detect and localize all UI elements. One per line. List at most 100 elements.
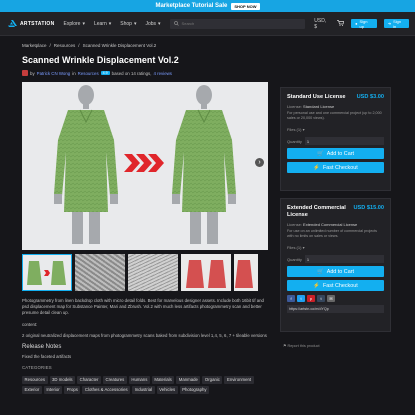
sign-in-label: Sign in — [393, 18, 402, 29]
license-type-name: Extended Commercial License — [303, 222, 358, 227]
tumblr-icon[interactable]: t — [317, 295, 325, 302]
breadcrumb-marketplace[interactable]: Marketplace — [22, 43, 47, 48]
promo-text: Marketplace Tutorial Sale — [155, 3, 228, 9]
facebook-icon[interactable]: f — [287, 295, 295, 302]
license-description: For use on an unlimited number of commer… — [287, 229, 377, 238]
license-type: License: Standard License — [287, 104, 384, 109]
quantity-label: Quantity — [287, 256, 302, 262]
category-tag[interactable]: Organic — [202, 375, 223, 384]
category-tag[interactable]: Environment — [224, 375, 254, 384]
nav-jobs[interactable]: Jobs ▾ — [145, 21, 160, 27]
thumbnail-strip — [22, 254, 268, 291]
product-byline: by Patrick CN Wong in Resources 4.9 base… — [22, 70, 172, 76]
user-icon: ● — [355, 21, 358, 26]
breadcrumb-resources[interactable]: Resources — [54, 43, 76, 48]
pinterest-icon[interactable]: p — [307, 295, 315, 302]
files-label: Files (1) — [287, 127, 302, 132]
add-to-cart-button[interactable]: 🛒 Add to Cart — [287, 148, 384, 159]
category-tag[interactable]: Props — [64, 385, 81, 394]
currency-selector[interactable]: USD, $ — [314, 18, 330, 30]
search-input[interactable]: Search — [169, 18, 306, 29]
chevron-down-icon: ▾ — [133, 20, 137, 27]
category-tag[interactable]: Resources — [22, 375, 48, 384]
shop-now-button[interactable]: SHOP NOW — [231, 2, 260, 10]
nav-learn-label: Learn — [93, 20, 107, 27]
chevron-down-icon: ▾ — [108, 20, 112, 27]
share-buttons: f t p t ✉ — [287, 295, 384, 302]
cart-icon: 🛒 — [317, 150, 324, 157]
breadcrumb: Marketplace / Resources / Scanned Wrinkle … — [22, 43, 156, 48]
sign-up-label: Sign up — [359, 18, 368, 29]
extended-license-card: Extended Commercial License USD $15.00 L… — [280, 198, 391, 332]
thumbnail-2[interactable] — [75, 254, 125, 291]
license-type-name: Standard License — [303, 104, 335, 109]
license-label: License: — [287, 104, 302, 109]
nav-jobs-label: Jobs — [145, 20, 157, 27]
top-nav: ARTSTATION Explore ▾ Learn ▾ Shop ▾ Jobs ▾ S… — [0, 12, 415, 36]
nav-shop[interactable]: Shop ▾ — [120, 21, 136, 27]
category-tag[interactable]: 3D models — [49, 375, 76, 384]
sign-up-button[interactable]: ● Sign up — [351, 18, 377, 29]
category-tag[interactable]: Creatures — [102, 375, 127, 384]
twitter-icon[interactable]: t — [297, 295, 305, 302]
license-name: Standard Use License — [287, 94, 346, 100]
quantity-row: Quantity 1 — [287, 255, 384, 263]
quantity-input[interactable]: 1 — [304, 255, 384, 263]
breadcrumb-separator: / — [78, 43, 80, 48]
category-tag[interactable]: Photography — [179, 385, 209, 394]
lightning-icon: ⚡ — [313, 282, 320, 289]
product-description: Photogrammetry from linen backdrop cloth… — [22, 298, 268, 397]
nav-learn[interactable]: Learn ▾ — [94, 21, 111, 27]
sign-in-icon: ➔ — [387, 21, 392, 26]
nav-explore[interactable]: Explore ▾ — [63, 21, 84, 27]
fast-checkout-button[interactable]: ⚡ Fast Checkout — [287, 280, 384, 291]
artstation-logo[interactable]: ARTSTATION — [8, 20, 54, 27]
add-to-cart-button[interactable]: 🛒 Add to Cart — [287, 266, 384, 277]
ratings-count: based on 14 ratings, — [111, 70, 152, 76]
sign-in-button[interactable]: ➔ Sign in — [383, 18, 409, 29]
share-url-field[interactable]: https://artstn.co/m/dYQp — [287, 305, 384, 313]
category-tag[interactable]: Materials — [151, 375, 175, 384]
category-tag[interactable]: Clothes & Accessories — [82, 385, 131, 394]
category-tag[interactable]: Manmade — [176, 375, 201, 384]
lightning-icon: ⚡ — [313, 164, 320, 171]
artstation-logo-icon — [8, 20, 17, 27]
cart-icon[interactable] — [337, 20, 345, 27]
category-tag[interactable]: Interior — [43, 385, 63, 394]
chevron-right-icon[interactable]: › — [255, 158, 264, 167]
avatar[interactable] — [22, 70, 28, 76]
category-tags: Resources 3D models Character Creatures … — [22, 375, 268, 394]
category-tag[interactable]: Industrial — [132, 385, 155, 394]
email-icon[interactable]: ✉ — [327, 295, 335, 302]
category-tag[interactable]: Humans — [128, 375, 150, 384]
categories-title: CATEGORIES — [22, 365, 52, 371]
license-price: USD $15.00 — [353, 205, 384, 211]
rating-badge: 4.9 — [100, 71, 110, 75]
report-link[interactable]: ⚑ Report this product — [283, 343, 320, 348]
quantity-input[interactable]: 1 — [304, 137, 384, 145]
breadcrumb-separator: / — [49, 43, 51, 48]
nav-explore-label: Explore — [63, 20, 81, 27]
product-hero-image[interactable]: › — [22, 82, 268, 250]
thumbnail-5[interactable] — [234, 254, 258, 291]
files-dropdown[interactable]: Files (1) ▾ — [287, 245, 384, 250]
files-label: Files (1) — [287, 245, 302, 250]
content-label: content: — [22, 321, 38, 327]
description-intro: Photogrammetry from linen backdrop cloth… — [22, 298, 264, 316]
thumbnail-3[interactable] — [128, 254, 178, 291]
chevron-down-icon: ▾ — [158, 20, 161, 27]
author-link[interactable]: Patrick CN Wong — [37, 71, 71, 76]
category-link[interactable]: Resources — [78, 71, 99, 76]
reviews-link[interactable]: 4 reviews — [153, 71, 172, 76]
thumbnail-1[interactable] — [22, 254, 72, 291]
files-dropdown[interactable]: Files (1) ▾ — [287, 127, 384, 132]
thumbnail-4[interactable] — [181, 254, 231, 291]
category-tag[interactable]: Exterior — [22, 385, 42, 394]
category-tag[interactable]: Character — [77, 375, 101, 384]
promo-banner: Marketplace Tutorial Sale SHOP NOW — [0, 0, 415, 12]
by-label: by — [30, 70, 35, 76]
fast-checkout-label: Fast Checkout — [322, 282, 358, 289]
category-tag[interactable]: Vehicles — [156, 385, 178, 394]
nav-shop-label: Shop — [120, 20, 132, 27]
fast-checkout-button[interactable]: ⚡ Fast Checkout — [287, 162, 384, 173]
